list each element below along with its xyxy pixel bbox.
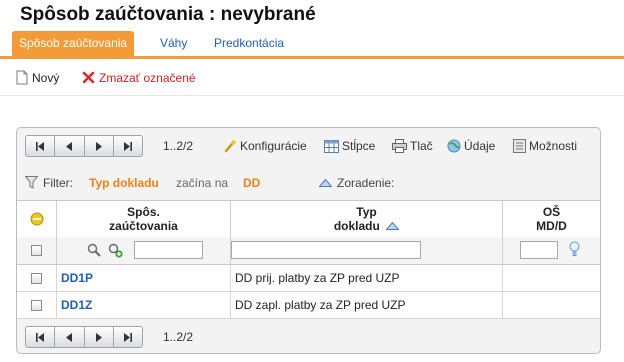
data-grid: 1..2/2 Konfigurácie Stĺpce Tlač Údaje Mo… (16, 127, 601, 354)
bottom-pager (25, 326, 143, 348)
column-header-md-line1: OŠ (542, 205, 561, 219)
last-page-icon (123, 332, 132, 342)
columns-icon (324, 140, 339, 153)
column-header-type-line2: dokladu (333, 219, 380, 233)
grid-footer: 1..2/2 (17, 319, 600, 352)
columns-button[interactable]: Stĺpce (324, 138, 375, 154)
tab-bar: Spôsob zaúčtovania Váhy Predkontácia (0, 31, 624, 59)
sort-asc-icon (385, 221, 400, 230)
new-button-label: Nový (32, 71, 60, 85)
tab-vahy[interactable]: Váhy (153, 31, 194, 56)
code-filter-input[interactable] (134, 241, 203, 259)
pager (25, 135, 143, 157)
row-type-text: DD prij. platby za ZP pred UZP (235, 271, 400, 285)
filter-bar: Filter: Typ dokladu začína na DD Zoraden… (17, 169, 600, 197)
column-filter-row (17, 237, 600, 265)
search-add-icon[interactable] (108, 243, 123, 258)
sort-label[interactable]: Zoradenie: (337, 176, 394, 190)
data-label: Údaje (464, 139, 496, 153)
type-filter-cell (231, 237, 503, 264)
next-page-icon (95, 141, 102, 151)
first-page-button[interactable] (26, 136, 56, 156)
column-header-type[interactable]: Typ dokladu (231, 201, 503, 237)
wand-icon (224, 140, 236, 153)
delete-selected-button[interactable]: Zmazať označené (82, 70, 196, 86)
bottom-next-page-button[interactable] (85, 327, 114, 347)
prev-page-icon (66, 141, 73, 151)
filter-operator: začína na (176, 176, 229, 190)
next-page-button[interactable] (85, 136, 114, 156)
search-icon[interactable] (87, 243, 101, 257)
action-bar: Nový Zmazať označené (0, 59, 624, 96)
sort-triangle-icon (319, 179, 332, 187)
row-type-cell: DD zapl. platby za ZP pred UZP (231, 292, 503, 318)
first-page-icon (36, 141, 45, 151)
filter-value[interactable]: DD (243, 176, 260, 190)
row-code-cell: DD1Z (57, 292, 231, 318)
row-checkbox[interactable] (31, 272, 42, 284)
column-header-code-line1: Spôs. (127, 205, 160, 219)
row-type-text: DD zapl. platby za ZP pred UZP (235, 298, 406, 312)
md-filter-cell (503, 237, 600, 264)
bottom-first-page-button[interactable] (26, 327, 56, 347)
type-filter-input[interactable] (231, 241, 421, 259)
table-row[interactable]: DD1P DD prij. platby za ZP pred UZP (17, 265, 600, 292)
print-button[interactable]: Tlač (392, 138, 433, 154)
row-select-cell (17, 292, 57, 318)
columns-label: Stĺpce (342, 139, 376, 153)
prev-page-icon (66, 332, 73, 342)
grid-toolbar: 1..2/2 Konfigurácie Stĺpce Tlač Údaje Mo… (17, 128, 600, 161)
bottom-last-page-button[interactable] (114, 327, 142, 347)
select-all-header[interactable] (17, 201, 57, 237)
last-page-icon (123, 141, 132, 151)
column-header-md-line2: MD/D (536, 219, 567, 233)
row-code-cell: DD1P (57, 265, 231, 291)
row-select-cell (17, 265, 57, 291)
tab-predkontacia[interactable]: Predkontácia (207, 31, 291, 56)
filter-funnel-icon (25, 176, 38, 189)
printer-icon (392, 139, 407, 153)
column-header-type-line1: Typ (356, 205, 377, 219)
row-md-cell (503, 292, 600, 318)
delete-x-icon (82, 71, 95, 84)
row-code-link[interactable]: DD1Z (61, 298, 92, 312)
print-label: Tlač (410, 139, 433, 153)
config-label: Konfigurácie (240, 139, 307, 153)
first-page-icon (36, 332, 45, 342)
prev-page-button[interactable] (55, 136, 85, 156)
new-button[interactable]: Nový (16, 70, 59, 86)
last-page-button[interactable] (114, 136, 142, 156)
column-header-md[interactable]: OŠ MD/D (503, 201, 600, 237)
filter-label: Filter: (43, 176, 73, 190)
options-label: Možnosti (529, 139, 578, 153)
row-checkbox[interactable] (31, 299, 42, 311)
select-all-cell (17, 237, 57, 264)
bottom-prev-page-button[interactable] (55, 327, 85, 347)
code-filter-cell (57, 237, 231, 264)
filter-field[interactable]: Typ dokladu (89, 176, 159, 190)
table-header: Spôs. zaúčtovania Typ dokladu OŠ MD/D (17, 200, 600, 238)
bottom-page-info: 1..2/2 (163, 330, 194, 344)
row-type-cell: DD prij. platby za ZP pred UZP (231, 265, 503, 291)
new-document-icon (16, 70, 28, 85)
globe-icon (447, 139, 461, 153)
tab-sposob-zauctovania[interactable]: Spôsob zaúčtovania (12, 31, 135, 56)
table-row[interactable]: DD1Z DD zapl. platby za ZP pred UZP (17, 292, 600, 319)
lightbulb-icon[interactable] (569, 241, 580, 258)
status-indicator-icon (30, 212, 43, 226)
page-info: 1..2/2 (163, 139, 194, 153)
options-button[interactable]: Možnosti (513, 138, 577, 154)
column-header-code[interactable]: Spôs. zaúčtovania (57, 201, 231, 237)
row-code-link[interactable]: DD1P (61, 271, 93, 285)
page-title: Spôsob zaúčtovania : nevybrané (20, 4, 316, 25)
config-button[interactable]: Konfigurácie (223, 138, 307, 154)
select-all-checkbox[interactable] (31, 245, 42, 256)
md-filter-input[interactable] (520, 241, 558, 259)
options-icon (513, 139, 526, 153)
row-md-cell (503, 265, 600, 291)
data-button[interactable]: Údaje (447, 138, 495, 154)
next-page-icon (95, 332, 102, 342)
delete-selected-label: Zmazať označené (99, 71, 196, 85)
column-header-code-line2: zaúčtovania (109, 219, 178, 233)
